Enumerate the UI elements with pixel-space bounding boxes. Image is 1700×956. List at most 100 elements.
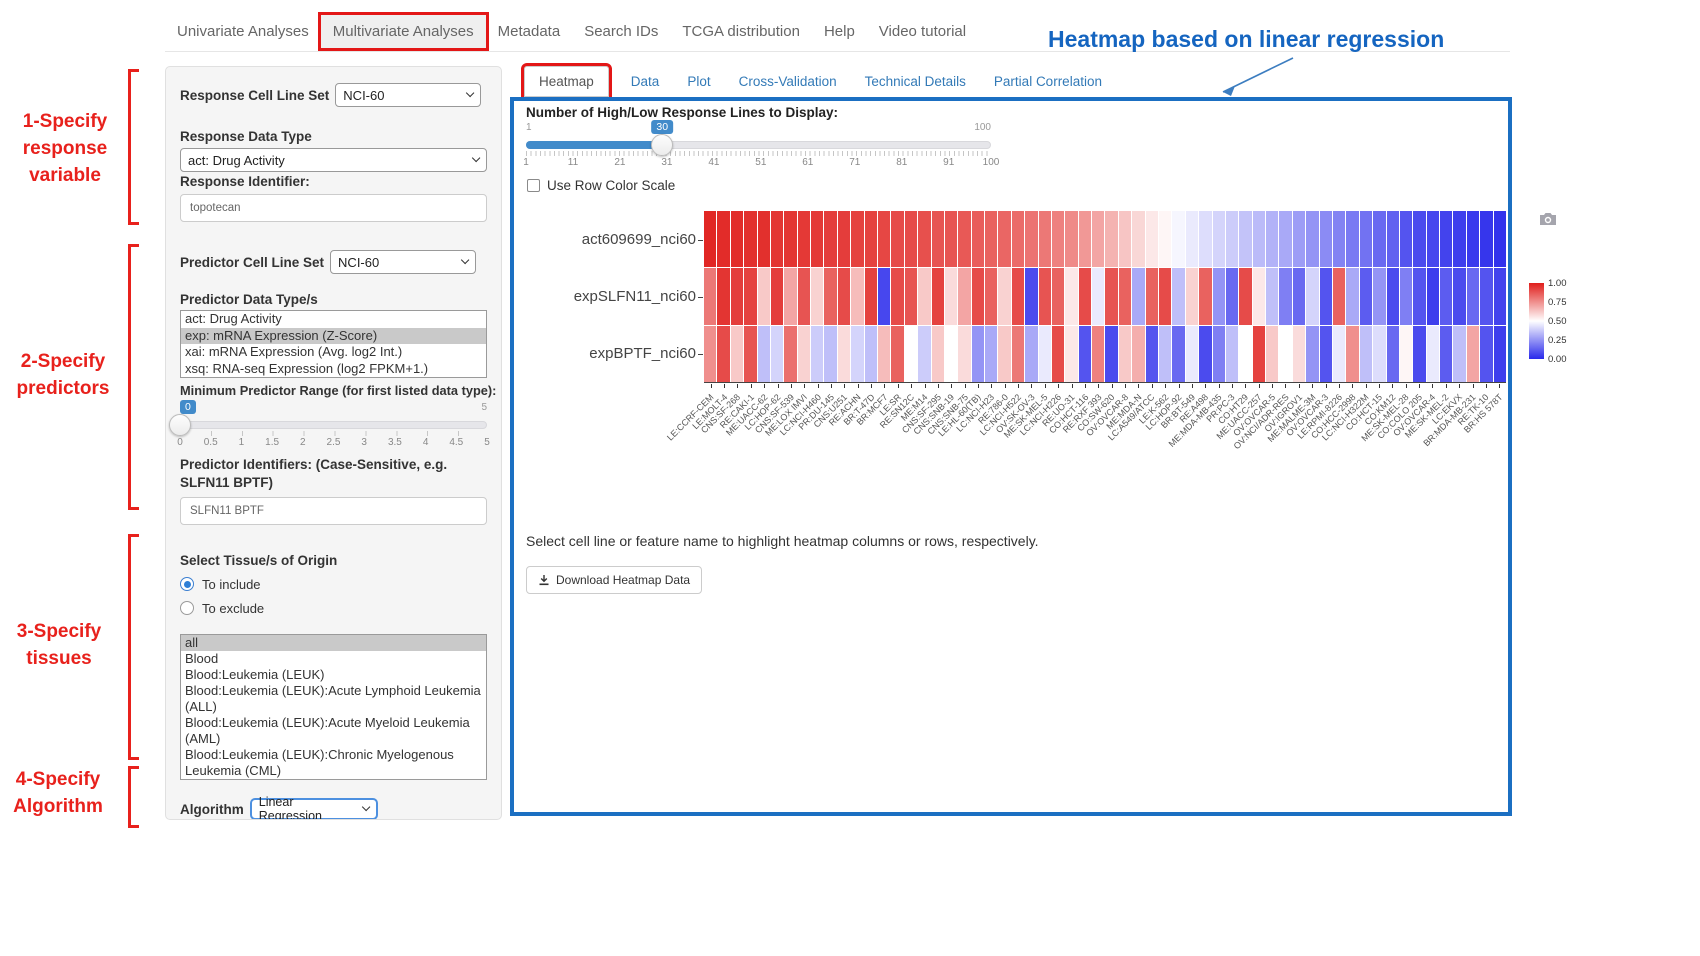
heatmap-cell[interactable]: [717, 211, 729, 267]
heatmap-cell[interactable]: [1387, 211, 1399, 267]
heatmap-cell[interactable]: [1467, 211, 1479, 267]
heatmap-cell[interactable]: [1213, 211, 1225, 267]
heatmap-cell[interactable]: [905, 268, 917, 324]
heatmap-cell[interactable]: [1453, 211, 1465, 267]
predictor-cell-line-set-select[interactable]: NCI-60: [330, 250, 476, 274]
heatmap-cell[interactable]: [865, 211, 877, 267]
heatmap-cell[interactable]: [1052, 211, 1064, 267]
heatmap-cell[interactable]: [1105, 326, 1117, 382]
heatmap-cell[interactable]: [1199, 211, 1211, 267]
heatmap-cell[interactable]: [1440, 326, 1452, 382]
heatmap-cell[interactable]: [824, 268, 836, 324]
heatmap-cell[interactable]: [784, 211, 796, 267]
heatmap-cell[interactable]: [1159, 211, 1171, 267]
heatmap-cell[interactable]: [1320, 211, 1332, 267]
heatmap-cell[interactable]: [1427, 268, 1439, 324]
heatmap-cell[interactable]: [758, 268, 770, 324]
heatmap-cell[interactable]: [891, 326, 903, 382]
heatmap-cell[interactable]: [1346, 326, 1358, 382]
heatmap-cell[interactable]: [771, 211, 783, 267]
heatmap-cell[interactable]: [1039, 326, 1051, 382]
heatmap-cell[interactable]: [771, 268, 783, 324]
heatmap-cell[interactable]: [1373, 211, 1385, 267]
heatmap-cell[interactable]: [1119, 211, 1131, 267]
heatmap-cell[interactable]: [1132, 211, 1144, 267]
response-data-type-select[interactable]: act: Drug Activity: [180, 148, 487, 172]
heatmap-cell[interactable]: [798, 211, 810, 267]
heatmap-cell[interactable]: [1172, 268, 1184, 324]
tissue-option-cml-leukemia[interactable]: Blood:Leukemia (LEUK):Chronic Myelogenou…: [181, 747, 486, 779]
option-act-drug-activity[interactable]: act: Drug Activity: [181, 311, 486, 328]
heatmap-cell[interactable]: [1092, 326, 1104, 382]
heatmap-cell[interactable]: [798, 268, 810, 324]
heatmap-cell[interactable]: [1333, 268, 1345, 324]
tab-technical-details[interactable]: Technical Details: [851, 67, 980, 96]
heatmap-cell[interactable]: [1413, 211, 1425, 267]
heatmap-cell[interactable]: [1172, 326, 1184, 382]
heatmap-cell[interactable]: [918, 211, 930, 267]
heatmap-cell[interactable]: [1039, 268, 1051, 324]
tab-cross-validation[interactable]: Cross-Validation: [725, 67, 851, 96]
heatmap-cell[interactable]: [1012, 326, 1024, 382]
heatmap-cell[interactable]: [1480, 211, 1492, 267]
heatmap-cell[interactable]: [1306, 326, 1318, 382]
heatmap-cell[interactable]: [1239, 268, 1251, 324]
heatmap-cell[interactable]: [1253, 268, 1265, 324]
heatmap-cell[interactable]: [1239, 211, 1251, 267]
heatmap-cell[interactable]: [1039, 211, 1051, 267]
heatmap-cell[interactable]: [1320, 326, 1332, 382]
heatmap-cell[interactable]: [918, 326, 930, 382]
heatmap-cell[interactable]: [731, 211, 743, 267]
heatmap-cell[interactable]: [905, 326, 917, 382]
heatmap-cell[interactable]: [838, 268, 850, 324]
heatmap-cell[interactable]: [1012, 211, 1024, 267]
heatmap-cell[interactable]: [1293, 268, 1305, 324]
heatmap-cell[interactable]: [1387, 268, 1399, 324]
heatmap-cell[interactable]: [1440, 211, 1452, 267]
heatmap-cell[interactable]: [1494, 326, 1506, 382]
heatmap-cell[interactable]: [865, 326, 877, 382]
heatmap-cell[interactable]: [1306, 268, 1318, 324]
nav-metadata[interactable]: Metadata: [486, 15, 573, 48]
heatmap-cell[interactable]: [998, 326, 1010, 382]
heatmap-cell[interactable]: [1279, 268, 1291, 324]
nav-tcga-distribution[interactable]: TCGA distribution: [670, 15, 812, 48]
heatmap-cell[interactable]: [945, 268, 957, 324]
option-exp-mrna-zscore[interactable]: exp: mRNA Expression (Z-Score): [181, 328, 486, 345]
tissue-option-all-leukemia[interactable]: Blood:Leukemia (LEUK):Acute Lymphoid Leu…: [181, 683, 486, 715]
tissue-option-all[interactable]: all: [181, 635, 486, 651]
heatmap-cell[interactable]: [704, 326, 716, 382]
heatmap-cell[interactable]: [1346, 211, 1358, 267]
heatmap-cell[interactable]: [945, 211, 957, 267]
min-range-slider-track[interactable]: [180, 421, 487, 429]
response-cell-line-set-select[interactable]: NCI-60: [335, 83, 481, 107]
heatmap-cell[interactable]: [905, 211, 917, 267]
heatmap-cell[interactable]: [1413, 268, 1425, 324]
heatmap-cell[interactable]: [704, 211, 716, 267]
heatmap-cell[interactable]: [945, 326, 957, 382]
heatmap-cell[interactable]: [1279, 211, 1291, 267]
heatmap-cell[interactable]: [1065, 211, 1077, 267]
heatmap-cell[interactable]: [811, 211, 823, 267]
heatmap-cell[interactable]: [1279, 326, 1291, 382]
tissue-option-aml-leukemia[interactable]: Blood:Leukemia (LEUK):Acute Myeloid Leuk…: [181, 715, 486, 747]
heatmap-cell[interactable]: [1346, 268, 1358, 324]
heatmap-cell[interactable]: [1266, 211, 1278, 267]
tissue-option-leuk[interactable]: Blood:Leukemia (LEUK): [181, 667, 486, 683]
heatmap-cell[interactable]: [1172, 211, 1184, 267]
heatmap-cell[interactable]: [838, 211, 850, 267]
nav-search-ids[interactable]: Search IDs: [572, 15, 670, 48]
tab-heatmap[interactable]: Heatmap: [524, 66, 609, 97]
heatmap-cell[interactable]: [744, 268, 756, 324]
heatmap-cell[interactable]: [1025, 326, 1037, 382]
tab-partial-correlation[interactable]: Partial Correlation: [980, 67, 1116, 96]
heatmap-cell[interactable]: [1467, 326, 1479, 382]
heatmap-cell[interactable]: [838, 326, 850, 382]
heatmap-cell[interactable]: [1159, 326, 1171, 382]
heatmap-cell[interactable]: [958, 211, 970, 267]
heatmap-cell[interactable]: [891, 211, 903, 267]
algorithm-select[interactable]: Linear Regression: [250, 798, 378, 820]
heatmap-cell[interactable]: [851, 326, 863, 382]
tab-data[interactable]: Data: [617, 67, 674, 96]
heatmap-cell[interactable]: [1373, 326, 1385, 382]
